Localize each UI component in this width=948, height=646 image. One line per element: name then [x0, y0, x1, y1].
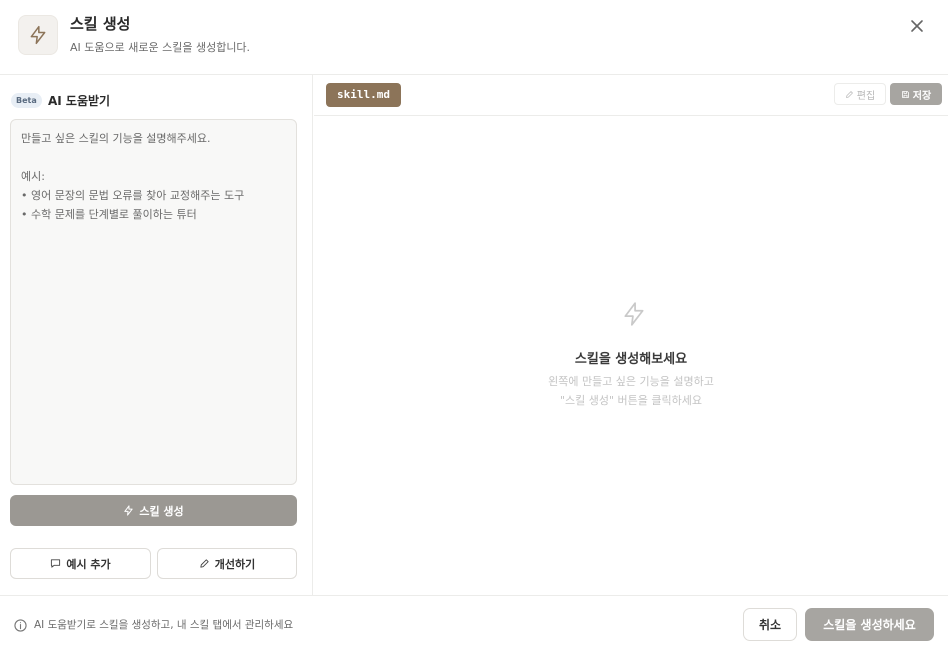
cancel-button[interactable]: 취소	[743, 608, 797, 641]
file-tab-skill-md[interactable]: skill.md	[326, 83, 401, 107]
dialog-header: 스킬 생성 AI 도움으로 새로운 스킬을 생성합니다.	[0, 0, 948, 75]
improve-label: 개선하기	[214, 557, 256, 571]
close-button[interactable]	[906, 15, 928, 37]
ai-help-panel: Beta AI 도움받기 만들고 싶은 스킬의 기능을 설명해주세요. 예시: …	[0, 75, 313, 595]
placeholder-line: 만들고 싶은 스킬의 기능을 설명해주세요.	[21, 132, 211, 145]
placeholder-line: • 영어 문장의 문법 오류를 찾아 교정해주는 도구	[21, 189, 245, 202]
empty-state-description: 왼쪽에 만들고 싶은 기능을 설명하고	[548, 375, 714, 388]
placeholder-line: 예시:	[21, 170, 45, 183]
dialog-footer: AI 도움받기로 스킬을 생성하고, 내 스킬 탭에서 관리하세요 취소 스킬을…	[0, 595, 948, 646]
toolbar-divider	[314, 115, 948, 116]
dialog-title: 스킬 생성	[70, 15, 131, 33]
edit-label: 편집	[856, 90, 876, 102]
generate-skill-button[interactable]: 스킬 생성	[10, 495, 297, 526]
placeholder-line	[21, 148, 286, 167]
ai-help-label: AI 도움받기	[48, 94, 111, 108]
generate-skill-label: 스킬 생성	[139, 504, 184, 518]
edit-button[interactable]: 편집	[834, 83, 886, 105]
add-example-button[interactable]: 예시 추가	[10, 548, 151, 579]
improve-button[interactable]: 개선하기	[157, 548, 297, 579]
footer-hint: AI 도움받기로 스킬을 생성하고, 내 스킬 탭에서 관리하세요	[34, 619, 294, 631]
save-button[interactable]: 저장	[890, 83, 942, 105]
save-icon	[901, 90, 909, 98]
bolt-icon	[621, 301, 647, 331]
bolt-icon	[124, 505, 134, 516]
empty-state-title: 스킬을 생성해보세요	[574, 352, 688, 367]
placeholder-line: • 수학 문제를 단계별로 풀이하는 튜터	[21, 208, 197, 221]
skill-description-input[interactable]: 만들고 싶은 스킬의 기능을 설명해주세요. 예시: • 영어 문장의 문법 오…	[10, 119, 297, 485]
beta-badge: Beta	[11, 93, 42, 108]
add-example-label: 예시 추가	[66, 557, 111, 571]
message-icon	[51, 559, 61, 568]
create-skill-button[interactable]: 스킬을 생성하세요	[805, 608, 934, 641]
bolt-icon	[18, 15, 58, 55]
close-icon	[911, 20, 923, 32]
empty-state-description: "스킬 생성" 버튼을 클릭하세요	[559, 394, 703, 407]
save-label: 저장	[912, 90, 932, 102]
info-icon	[14, 617, 27, 636]
pencil-icon	[200, 559, 209, 568]
dialog-subtitle: AI 도움으로 새로운 스킬을 생성합니다.	[70, 41, 251, 54]
pencil-icon	[845, 90, 853, 98]
preview-panel: skill.md 편집 저장 스킬을 생성해보세요 왼쪽에 만들고 싶은 기능을…	[314, 75, 948, 595]
